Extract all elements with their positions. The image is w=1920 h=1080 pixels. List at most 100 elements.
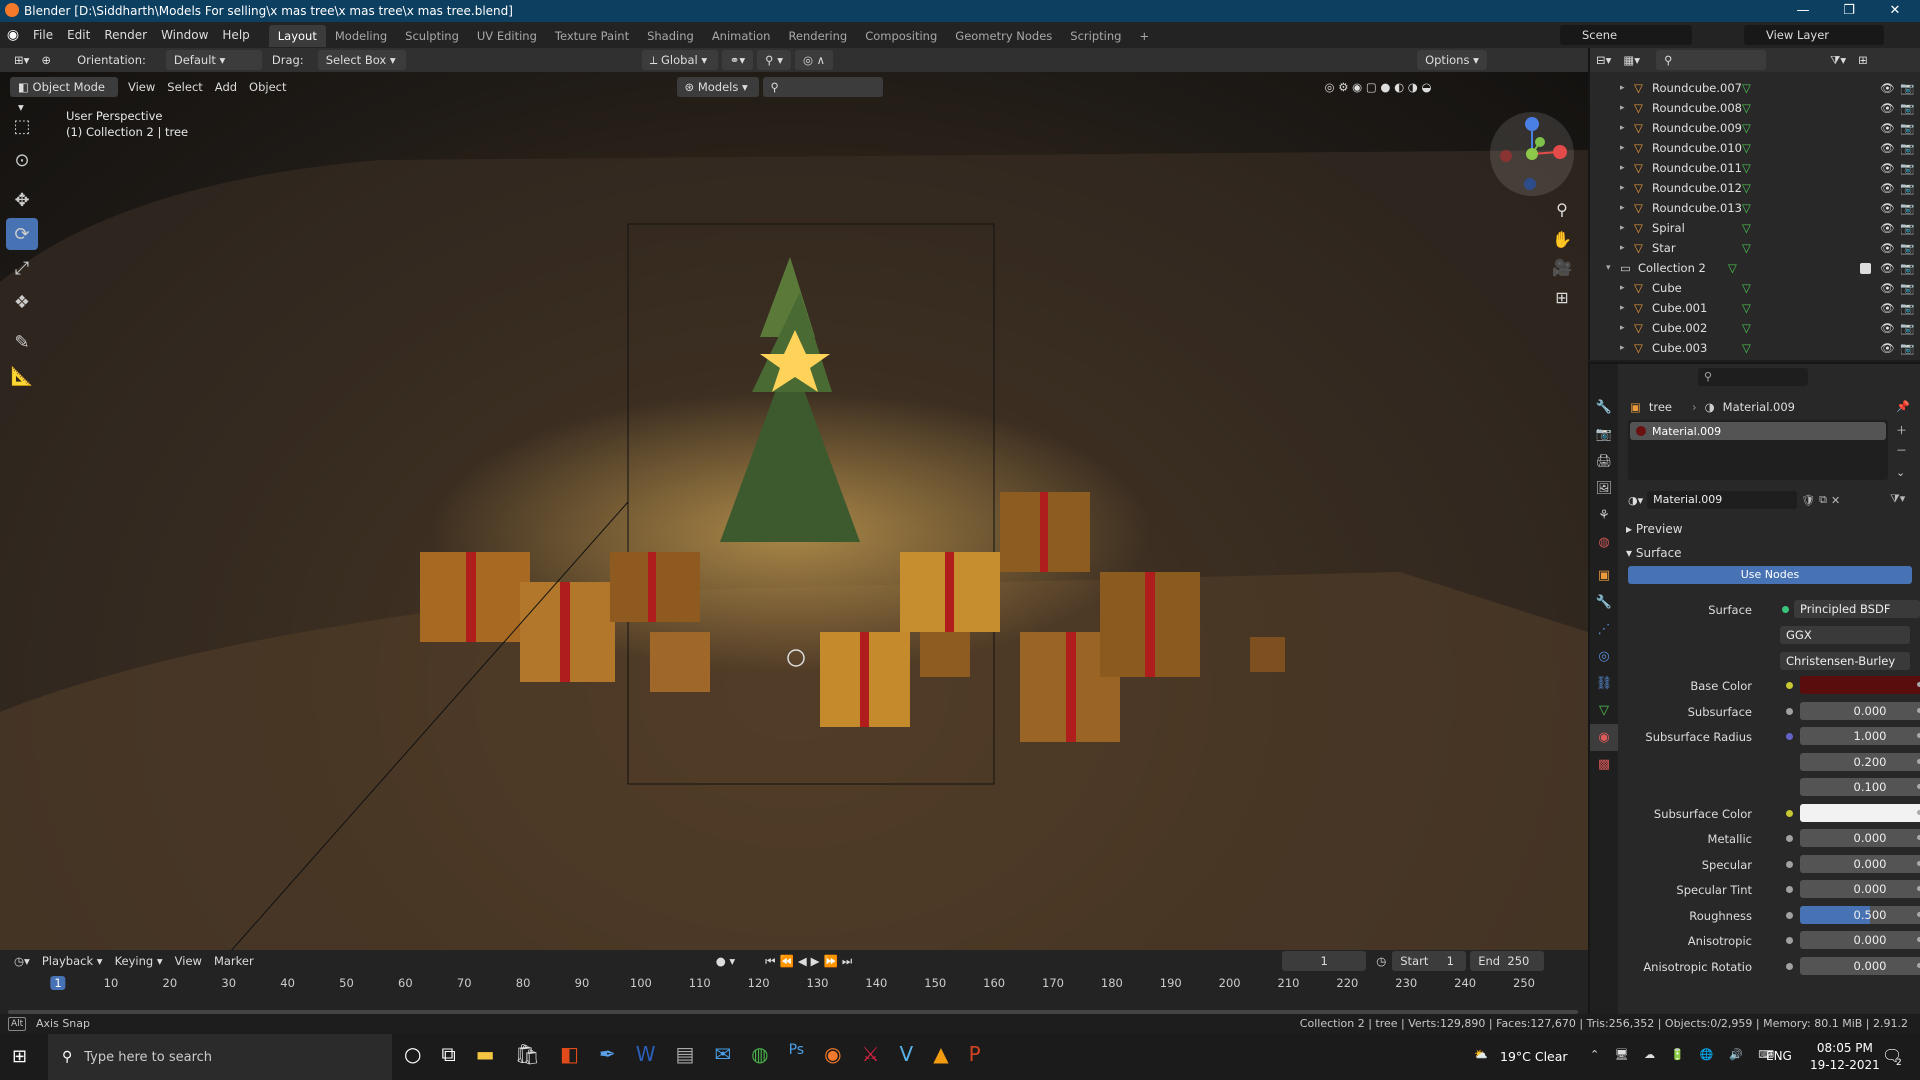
- constraints-tab-icon[interactable]: ⛓: [1590, 670, 1618, 697]
- visibility-eye-icon[interactable]: 👁: [1880, 101, 1895, 115]
- restore-icon[interactable]: ❐: [1826, 0, 1872, 22]
- new-collection-icon[interactable]: ⊞: [1852, 50, 1874, 70]
- object-mode-dropdown[interactable]: ◧ Object Mode ▾: [10, 77, 118, 114]
- render-camera-icon[interactable]: 📷: [1900, 161, 1914, 175]
- select-menu[interactable]: Select: [161, 77, 208, 97]
- field-value[interactable]: 1.000: [1800, 727, 1920, 745]
- object-menu[interactable]: Object: [243, 77, 292, 97]
- tab-layout[interactable]: Layout: [268, 25, 326, 47]
- language-indicator[interactable]: ENG: [1766, 1049, 1792, 1063]
- cortana-icon[interactable]: ○: [404, 1042, 421, 1066]
- photoshop-icon[interactable]: Ps: [789, 1042, 805, 1066]
- tab-modeling[interactable]: Modeling: [326, 25, 396, 47]
- field-value[interactable]: [1800, 803, 1920, 822]
- data-tab-icon[interactable]: ▽: [1590, 697, 1618, 724]
- expand-arrow-icon[interactable]: ▸: [1620, 283, 1625, 293]
- mail-icon[interactable]: ✉: [714, 1042, 731, 1066]
- surface-panel-header[interactable]: ▾ Surface: [1626, 546, 1682, 560]
- office-icon[interactable]: ◧: [560, 1042, 579, 1066]
- material-name-field[interactable]: Material.009: [1647, 491, 1798, 509]
- end-frame-field[interactable]: End 250: [1470, 951, 1545, 971]
- field-value[interactable]: 0.100: [1800, 778, 1920, 796]
- snap-icon[interactable]: ⚲ ▾: [757, 50, 791, 70]
- app-icon[interactable]: ▤: [675, 1042, 694, 1066]
- visibility-eye-icon[interactable]: 👁: [1880, 141, 1895, 155]
- clock[interactable]: 08:05 PM 19-12-2021: [1810, 1040, 1880, 1074]
- visibility-eye-icon[interactable]: 👁: [1880, 221, 1895, 235]
- visibility-eye-icon[interactable]: 👁: [1880, 261, 1895, 275]
- camera-view-icon[interactable]: 🎥: [1548, 254, 1576, 282]
- powerpoint-icon[interactable]: P: [969, 1042, 981, 1066]
- expand-arrow-icon[interactable]: ▸: [1620, 83, 1625, 93]
- rotate-icon[interactable]: ⟳: [6, 218, 38, 250]
- keying-menu[interactable]: Keying ▾: [109, 951, 169, 971]
- expand-arrow-icon[interactable]: ▾: [1606, 263, 1611, 273]
- render-camera-icon[interactable]: 📷: [1900, 121, 1914, 135]
- start-frame-field[interactable]: Start 1: [1392, 951, 1467, 971]
- visibility-eye-icon[interactable]: 👁: [1880, 161, 1895, 175]
- render-camera-icon[interactable]: 📷: [1900, 261, 1914, 275]
- add-slot-icon[interactable]: ＋: [1896, 422, 1907, 438]
- field-value[interactable]: 0.000: [1800, 854, 1920, 873]
- expand-arrow-icon[interactable]: ▸: [1620, 123, 1625, 133]
- taskbar-search-input[interactable]: ⚲ Type here to search: [48, 1034, 392, 1080]
- view-layer-tab-icon[interactable]: 🖼: [1590, 475, 1618, 502]
- visibility-eye-icon[interactable]: 👁: [1880, 281, 1895, 295]
- models-dropdown[interactable]: ⊛ Models ▾: [676, 77, 759, 97]
- microsoft-store-icon[interactable]: 🛍: [515, 1042, 540, 1066]
- annotate-icon[interactable]: ✎: [6, 326, 38, 358]
- menu-edit[interactable]: Edit: [60, 22, 97, 48]
- minimize-icon[interactable]: —: [1780, 0, 1826, 22]
- render-tab-icon[interactable]: 📷: [1590, 421, 1618, 448]
- field-value[interactable]: 0.500: [1800, 905, 1920, 924]
- field-value[interactable]: 0.000: [1800, 931, 1920, 949]
- render-camera-icon[interactable]: 📷: [1900, 341, 1914, 355]
- timeline-view-menu[interactable]: View: [169, 951, 208, 971]
- blender-menu-icon[interactable]: ◉: [0, 27, 26, 43]
- select-box-icon[interactable]: ⬚: [6, 110, 38, 142]
- move-icon[interactable]: ✥: [6, 184, 38, 216]
- playback-controls-icon[interactable]: ⏮⏪◀▶⏩⏭: [759, 951, 862, 971]
- navigation-gizmo[interactable]: [1490, 112, 1574, 196]
- object-tab-icon[interactable]: ▣: [1590, 562, 1618, 589]
- visibility-eye-icon[interactable]: 👁: [1880, 81, 1895, 95]
- outliner-item[interactable]: ▸ ▽ Cube.003 ▽ 👁 📷: [1590, 338, 1920, 358]
- weather-icon[interactable]: ⛅: [1474, 1048, 1488, 1061]
- field-value[interactable]: 0.000: [1800, 880, 1920, 898]
- visibility-eye-icon[interactable]: 👁: [1880, 121, 1895, 135]
- field-value[interactable]: 0.000: [1800, 701, 1920, 720]
- current-frame-field[interactable]: 1: [1282, 951, 1367, 971]
- render-camera-icon[interactable]: 📷: [1900, 201, 1914, 215]
- chrome-icon[interactable]: ◍: [751, 1042, 768, 1066]
- preview-panel-header[interactable]: ▸ Preview: [1626, 522, 1683, 536]
- cursor-icon[interactable]: ⊙: [6, 144, 38, 176]
- system-tray-icons[interactable]: ⌃ 🖥 ☁ 🔋 🌐 🔊 ⌨: [1590, 1048, 1780, 1061]
- outliner-item[interactable]: ▸ ▽ Roundcube.011 ▽ 👁 📷: [1590, 158, 1920, 178]
- tab-sculpting[interactable]: Sculpting: [396, 25, 468, 47]
- axis-gizmo-icon[interactable]: [1490, 112, 1574, 196]
- scale-icon[interactable]: ⤢: [6, 252, 38, 284]
- drag-dropdown[interactable]: Select Box ▾: [317, 50, 406, 70]
- render-camera-icon[interactable]: 📷: [1900, 241, 1914, 255]
- orientation-dropdown[interactable]: Default ▾: [165, 50, 262, 70]
- outliner-search-input[interactable]: ⚲: [1656, 50, 1767, 70]
- word-icon[interactable]: W: [636, 1042, 656, 1066]
- render-camera-icon[interactable]: 📷: [1900, 221, 1914, 235]
- browse-material-icon[interactable]: ◑▾: [1628, 494, 1643, 507]
- visibility-eye-icon[interactable]: 👁: [1880, 181, 1895, 195]
- expand-arrow-icon[interactable]: ▸: [1620, 343, 1625, 353]
- frame-ruler[interactable]: 1 10 20 30 40 50 60 70 80 90 100 110 120 130 140 150 160…: [0, 976, 1588, 998]
- visibility-eye-icon[interactable]: 👁: [1880, 241, 1895, 255]
- outliner-item[interactable]: ▸ ▽ Cube ▽ 👁 📷: [1590, 278, 1920, 298]
- link-dropdown-icon[interactable]: ⧩▾: [1890, 492, 1905, 506]
- field-value[interactable]: [1800, 676, 1920, 694]
- transform-pivot-icon[interactable]: ⊕: [35, 50, 57, 70]
- expand-arrow-icon[interactable]: ▸: [1620, 143, 1625, 153]
- render-camera-icon[interactable]: 📷: [1900, 301, 1914, 315]
- field-value[interactable]: 0.000: [1800, 829, 1920, 847]
- measure-icon[interactable]: 📐: [6, 360, 38, 392]
- texture-tab-icon[interactable]: ▩: [1590, 751, 1618, 778]
- distribution-dropdown[interactable]: GGX: [1780, 626, 1910, 644]
- use-nodes-button[interactable]: Use Nodes: [1628, 566, 1912, 584]
- vlc-icon[interactable]: ▲: [933, 1042, 948, 1066]
